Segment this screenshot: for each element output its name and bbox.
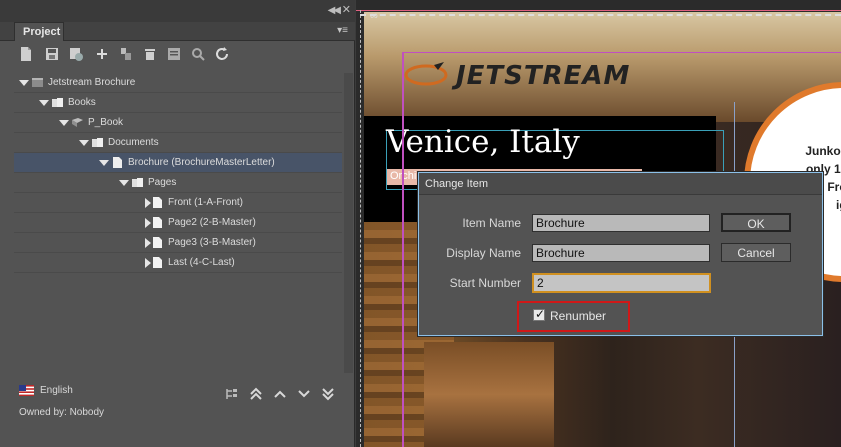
owner-label: Owned by: Nobody <box>19 407 105 418</box>
properties-icon[interactable] <box>166 46 184 66</box>
frame-edge-top <box>360 14 841 16</box>
books-icon <box>51 96 64 109</box>
margin-guide-horizontal <box>402 52 841 53</box>
tab-project[interactable]: Project <box>14 22 64 41</box>
save-version-icon[interactable] <box>68 46 86 66</box>
move-up-icon[interactable] <box>272 386 288 402</box>
book-icon <box>71 116 84 129</box>
expanded-arrow-icon[interactable] <box>39 100 49 106</box>
tree-item-label: Page3 (3-B-Master) <box>168 237 256 248</box>
tree-structure-icon[interactable] <box>224 386 240 402</box>
display-name-input[interactable] <box>532 244 710 262</box>
renumber-checkbox[interactable]: ✓ <box>533 307 546 321</box>
save-icon[interactable] <box>44 46 62 66</box>
add-pages-icon[interactable] <box>118 46 136 66</box>
move-to-top-icon[interactable] <box>248 386 264 402</box>
new-document-icon[interactable] <box>18 46 36 66</box>
add-icon[interactable] <box>94 46 112 66</box>
renumber-label[interactable]: Renumber <box>550 309 606 323</box>
dialog-title: Change Item <box>425 178 488 190</box>
tree-row[interactable]: Books <box>14 93 342 113</box>
expanded-arrow-icon[interactable] <box>19 80 29 86</box>
dialog-title-bar[interactable]: Change Item <box>419 173 822 195</box>
start-number-input[interactable] <box>532 273 711 293</box>
collapse-panel-icon[interactable]: ◀◀ <box>328 5 341 16</box>
display-name-label: Display Name <box>446 246 521 260</box>
tree-row[interactable]: Front (1-A-Front) <box>14 193 342 213</box>
refresh-icon[interactable] <box>214 46 232 66</box>
project-panel: ◀◀ ✕ Project ▾≡ Jetstream Brochure Books P… <box>0 0 355 447</box>
tree-row[interactable]: Page3 (3-B-Master) <box>14 233 342 253</box>
move-to-bottom-icon[interactable] <box>320 386 336 402</box>
document-title: Venice, Italy <box>386 124 580 160</box>
tree-item-label: Documents <box>108 137 159 148</box>
frame-edge-left <box>360 10 361 447</box>
tree-row[interactable]: Pages <box>14 173 342 193</box>
document-icon <box>111 156 124 169</box>
tree-item-label: Last (4-C-Last) <box>168 257 235 268</box>
promo-line: Junko, y <box>805 144 841 158</box>
expanded-arrow-icon[interactable] <box>119 180 129 186</box>
expanded-arrow-icon[interactable] <box>99 160 109 166</box>
margin-guide-vertical <box>402 52 404 447</box>
tree-row[interactable]: Brochure (BrochureMasterLetter) <box>14 153 342 173</box>
pages-icon <box>131 176 144 189</box>
panel-menu-icon[interactable]: ▾≡ <box>337 25 348 36</box>
page-icon <box>151 236 164 249</box>
page-icon <box>151 196 164 209</box>
tree-item-label: P_Book <box>88 117 124 128</box>
page-icon <box>151 216 164 229</box>
close-panel-icon[interactable]: ✕ <box>342 3 351 16</box>
tree-item-label: Jetstream Brochure <box>48 77 136 88</box>
tree-item-label: Brochure (BrochureMasterLetter) <box>128 157 275 168</box>
panel-title-bar: ◀◀ ✕ <box>0 0 355 22</box>
bleed-guide <box>356 10 841 11</box>
tree-item-label: Pages <box>148 177 177 188</box>
tree-row[interactable]: P_Book <box>14 113 342 133</box>
ok-button[interactable]: OK <box>721 213 791 232</box>
expanded-arrow-icon[interactable] <box>79 140 89 146</box>
logo-text: JETSTREAM <box>456 61 631 91</box>
logo: JETSTREAM <box>404 55 634 95</box>
project-tree: Jetstream Brochure Books P_Book Documents Br… <box>14 73 344 273</box>
delete-icon[interactable] <box>142 46 160 66</box>
background-photo-lower <box>424 342 554 447</box>
link-icon: ∞ <box>370 10 378 22</box>
item-name-label: Item Name <box>462 216 521 230</box>
cancel-button[interactable]: Cancel <box>721 243 791 262</box>
tree-item-label: Books <box>68 97 96 108</box>
tree-row[interactable]: Last (4-C-Last) <box>14 253 342 273</box>
project-icon <box>31 76 44 89</box>
tree-row[interactable]: Page2 (2-B-Master) <box>14 213 342 233</box>
item-name-input[interactable] <box>532 214 710 232</box>
checkmark-icon: ✓ <box>535 307 546 321</box>
expanded-arrow-icon[interactable] <box>59 120 69 126</box>
tree-scrollbar[interactable] <box>344 73 353 373</box>
tree-row[interactable]: Documents <box>14 133 342 153</box>
find-icon[interactable] <box>190 46 208 66</box>
page-icon <box>151 256 164 269</box>
tree-row[interactable]: Jetstream Brochure <box>14 73 342 93</box>
tree-item-label: Front (1-A-Front) <box>168 197 244 208</box>
us-flag-icon <box>19 385 34 396</box>
move-down-icon[interactable] <box>296 386 312 402</box>
tree-item-label: Page2 (2-B-Master) <box>168 217 256 228</box>
start-number-label: Start Number <box>449 276 521 290</box>
documents-icon <box>91 136 104 149</box>
language-label: English <box>40 385 73 396</box>
plane-swoosh-icon <box>404 62 448 86</box>
